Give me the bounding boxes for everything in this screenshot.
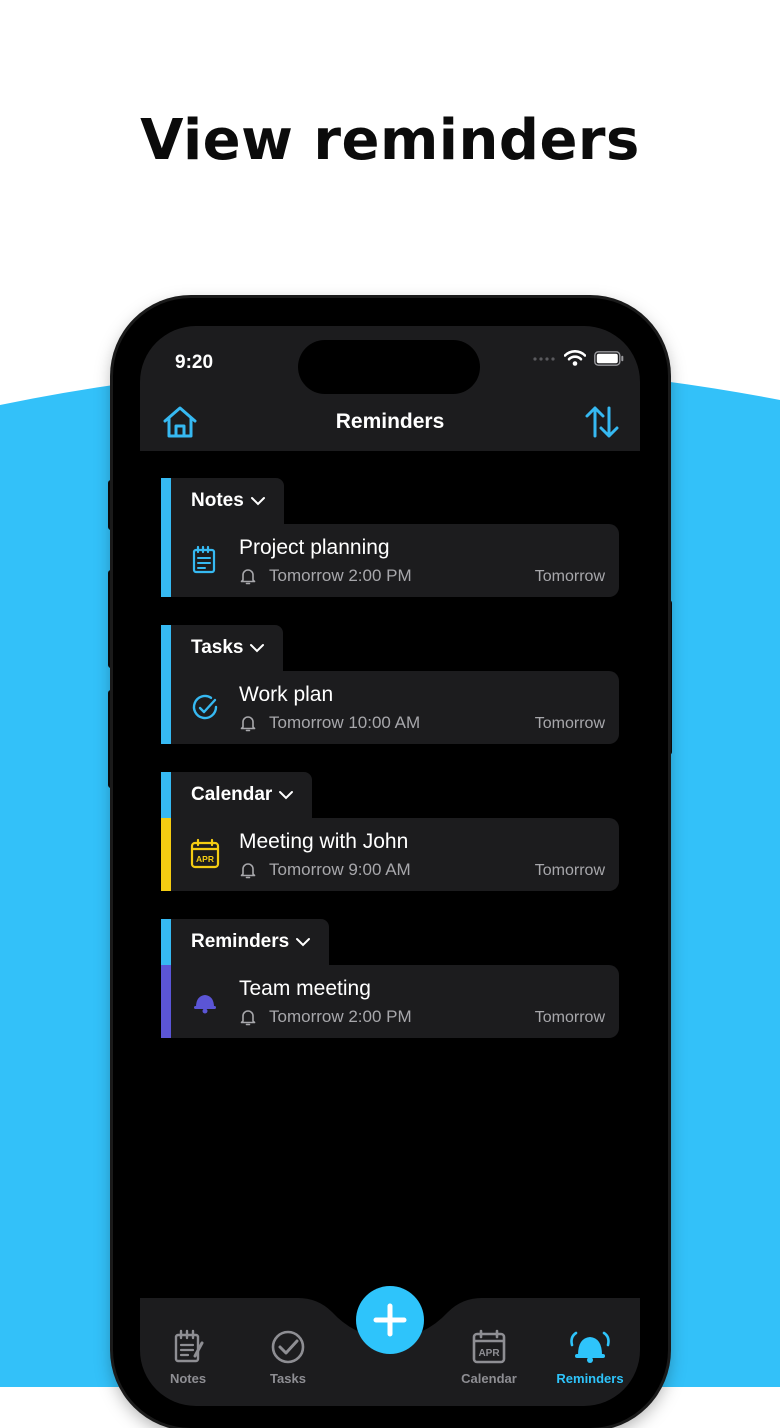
section-notes: Notes Project planning Tomorrow 2:00 PM … [161, 478, 619, 597]
reminder-time-text: Tomorrow 9:00 AM [269, 860, 411, 879]
tab-label: Calendar [461, 1371, 517, 1386]
status-bar: 9:20 [140, 326, 640, 396]
accent-bar [161, 919, 171, 965]
reminder-time-text: Tomorrow 2:00 PM [269, 566, 412, 585]
chevron-down-icon [250, 644, 265, 653]
section-title: Calendar [191, 784, 273, 805]
sort-arrows-icon [585, 406, 619, 438]
accent-bar [161, 772, 171, 818]
tab-label: Reminders [556, 1371, 624, 1386]
navigation-bar: Reminders [140, 396, 640, 451]
reminder-time: Tomorrow 2:00 PM [239, 566, 412, 586]
reminder-title: Team meeting [239, 977, 371, 1000]
section-tasks: Tasks Work plan Tomorrow 10:00 AM Tomorr… [161, 625, 619, 744]
reminder-title: Meeting with John [239, 830, 409, 853]
bell-small-icon [240, 1010, 256, 1026]
reminder-title: Project planning [239, 536, 390, 559]
bell-icon [194, 995, 216, 1014]
reminder-when: Tomorrow [534, 715, 605, 732]
accent-bar [161, 625, 171, 671]
tab-notes[interactable]: Notes [143, 1329, 233, 1386]
phone-screen: 9:20 Reminders Notes Project planning To… [140, 326, 640, 1406]
tab-label: Notes [169, 1371, 207, 1386]
reminder-card[interactable]: Project planning Tomorrow 2:00 PM Tomorr… [161, 524, 619, 597]
bell-small-icon [240, 569, 256, 585]
tab-reminders[interactable]: Reminders [545, 1329, 635, 1386]
sort-button[interactable] [582, 404, 622, 440]
tab-tasks[interactable]: Tasks [243, 1329, 333, 1386]
page-title: Reminders [335, 410, 445, 433]
dynamic-island [298, 340, 480, 394]
accent-bar [161, 818, 171, 891]
accent-bar [161, 478, 171, 524]
section-header-tasks[interactable]: Tasks [161, 625, 284, 671]
battery-icon [594, 350, 624, 366]
headline: View reminders [140, 108, 640, 173]
accent-bar [161, 965, 171, 1038]
section-header-notes[interactable]: Notes [161, 478, 284, 524]
section-title: Notes [191, 490, 244, 511]
calendar-apr-icon: APR [472, 1329, 506, 1364]
wifi-icon [564, 350, 586, 366]
bell-icon [570, 1331, 610, 1363]
section-calendar: Calendar APR Meeting with John Tomorrow … [161, 772, 619, 891]
calendar-apr-icon: APR [190, 838, 220, 869]
reminder-time-text: Tomorrow 10:00 AM [269, 713, 421, 732]
accent-bar [161, 524, 171, 597]
bell-small-icon [240, 716, 256, 732]
signal-icon [533, 357, 555, 361]
chevron-down-icon [250, 497, 265, 506]
section-title: Reminders [191, 931, 290, 952]
task-check-icon [192, 694, 218, 720]
bell-small-icon [240, 863, 256, 879]
chevron-down-icon [279, 791, 294, 800]
reminder-when: Tomorrow [534, 862, 605, 879]
status-icons [532, 350, 624, 366]
add-button[interactable] [356, 1286, 424, 1354]
check-circle-icon [271, 1330, 305, 1364]
reminder-when: Tomorrow [534, 568, 605, 585]
notepad-icon [174, 1329, 204, 1363]
plus-icon [373, 1303, 407, 1337]
notepad-icon [192, 545, 216, 574]
reminder-time: Tomorrow 10:00 AM [239, 713, 420, 733]
reminder-title: Work plan [239, 683, 334, 706]
calendar-icon-text: APR [196, 854, 214, 864]
reminder-card[interactable]: Team meeting Tomorrow 2:00 PM Tomorrow [161, 965, 619, 1038]
status-time: 9:20 [175, 352, 214, 373]
reminder-card[interactable]: Work plan Tomorrow 10:00 AM Tomorrow [161, 671, 619, 744]
section-reminders: Reminders Team meeting Tomorrow 2:00 PM … [161, 919, 619, 1038]
section-header-reminders[interactable]: Reminders [161, 919, 330, 965]
section-title: Tasks [191, 637, 244, 658]
reminder-time: Tomorrow 9:00 AM [239, 860, 411, 880]
tab-label: Tasks [270, 1371, 306, 1386]
accent-bar [161, 671, 171, 744]
tab-calendar[interactable]: APR Calendar [444, 1329, 534, 1386]
reminder-card[interactable]: APR Meeting with John Tomorrow 9:00 AM T… [161, 818, 619, 891]
reminder-time: Tomorrow 2:00 PM [239, 1007, 412, 1027]
reminder-time-text: Tomorrow 2:00 PM [269, 1007, 412, 1026]
chevron-down-icon [296, 938, 311, 947]
calendar-icon-text: APR [478, 1348, 500, 1359]
reminder-when: Tomorrow [534, 1009, 605, 1026]
section-header-calendar[interactable]: Calendar [161, 772, 313, 818]
